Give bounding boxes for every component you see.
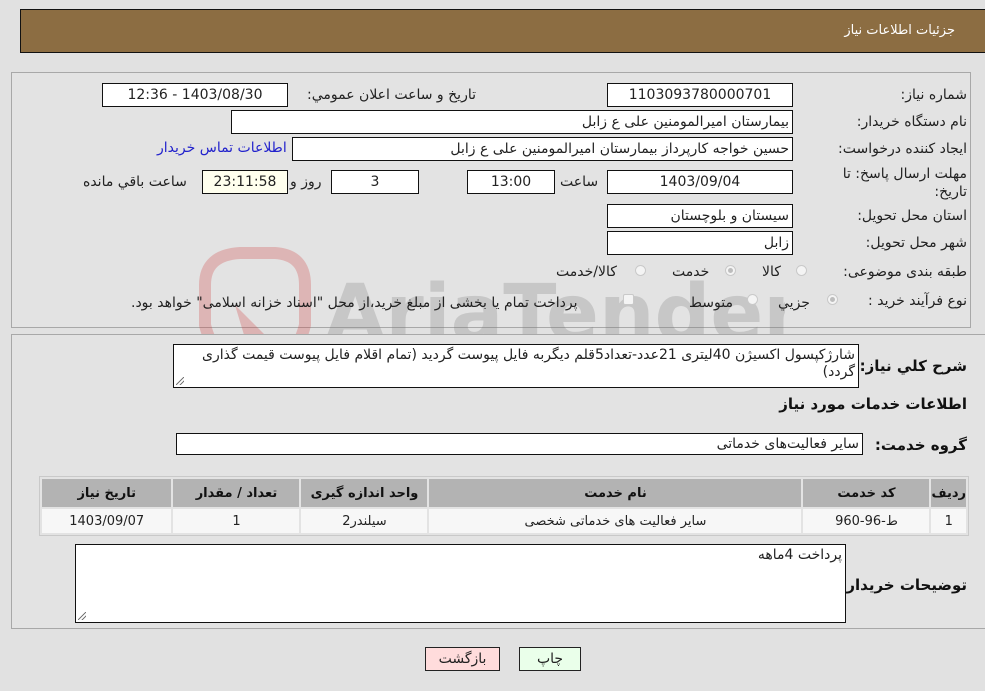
services-heading: اطلاعات خدمات مورد نیاز bbox=[779, 395, 967, 413]
back-button[interactable]: بازگشت bbox=[425, 647, 500, 671]
category-label: طبقه بندی موضوعی: bbox=[843, 264, 967, 280]
announce-label: تاریخ و ساعت اعلان عمومي: bbox=[307, 87, 476, 103]
category-goods-radio[interactable] bbox=[796, 265, 807, 276]
need-number-field[interactable]: 1103093780000701 bbox=[607, 83, 793, 107]
buyer-org-label: نام دستگاه خریدار: bbox=[856, 114, 967, 130]
deadline-date-field[interactable]: 1403/09/04 bbox=[607, 170, 793, 194]
category-goods-service-label: کالا/خدمت bbox=[556, 264, 617, 280]
description-label: شرح کلي نیاز: bbox=[859, 357, 967, 375]
days-remaining-field[interactable]: 3 bbox=[331, 170, 419, 194]
description-text: شارژکپسول اکسیژن 40لیتری 21عدد-تعداد5قلم… bbox=[202, 347, 855, 380]
creator-field[interactable]: حسین خواجه کارپرداز بیمارستان امیرالمومن… bbox=[292, 137, 793, 161]
category-service-label: خدمت bbox=[672, 264, 710, 280]
deadline-label: مهلت ارسال پاسخ: تا تاریخ: bbox=[842, 166, 967, 200]
cell-service-name: سایر فعالیت های خدماتی شخصی bbox=[429, 509, 802, 533]
city-field[interactable]: زابل bbox=[607, 231, 793, 255]
description-textarea[interactable]: شارژکپسول اکسیژن 40لیتری 21عدد-تعداد5قلم… bbox=[173, 344, 859, 388]
col-qty-header: تعداد / مقدار bbox=[173, 479, 300, 507]
process-small-radio[interactable] bbox=[827, 294, 838, 305]
buyer-notes-label: توضیحات خریدار: bbox=[840, 576, 967, 594]
services-table: ردیف کد خدمت نام خدمت واحد اندازه گیری ت… bbox=[39, 476, 969, 536]
page-title: جزئیات اطلاعات نیاز bbox=[844, 23, 955, 38]
col-row-header: ردیف bbox=[931, 479, 966, 507]
process-type-label: نوع فرآیند خرید : bbox=[868, 293, 967, 309]
col-unit-header: واحد اندازه گیری bbox=[301, 479, 428, 507]
city-label: شهر محل تحویل: bbox=[865, 235, 967, 251]
creator-label: ایجاد کننده درخواست: bbox=[838, 141, 967, 157]
process-small-label: جزيي bbox=[778, 295, 810, 311]
page-header: جزئیات اطلاعات نیاز bbox=[20, 9, 985, 53]
cell-service-code: ط-96-960 bbox=[803, 509, 930, 533]
days-label: روز و bbox=[290, 174, 322, 190]
cell-quantity: 1 bbox=[173, 509, 300, 533]
process-medium-radio[interactable] bbox=[747, 294, 758, 305]
treasury-note: پرداخت تمام یا بخشی از مبلغ خرید،از محل … bbox=[131, 295, 578, 311]
deadline-time-label: ساعت bbox=[560, 174, 599, 190]
cell-unit: سیلندر2 bbox=[301, 509, 428, 533]
col-code-header: کد خدمت bbox=[803, 479, 930, 507]
category-goods-service-radio[interactable] bbox=[635, 265, 646, 276]
province-field[interactable]: سیستان و بلوچستان bbox=[607, 204, 793, 228]
buyer-contact-link[interactable]: اطلاعات تماس خریدار bbox=[157, 140, 287, 156]
category-service-radio[interactable] bbox=[725, 265, 736, 276]
category-goods-label: کالا bbox=[762, 264, 781, 280]
treasury-checkbox[interactable] bbox=[623, 294, 634, 305]
table-row: 1 ط-96-960 سایر فعالیت های خدماتی شخصی س… bbox=[42, 509, 966, 533]
deadline-time-field[interactable]: 13:00 bbox=[467, 170, 555, 194]
col-date-header: تاریخ نیاز bbox=[42, 479, 172, 507]
buyer-notes-textarea[interactable]: پرداخت 4ماهه bbox=[75, 544, 846, 623]
cell-need-date: 1403/09/07 bbox=[42, 509, 172, 533]
buyer-org-field[interactable]: بیمارستان امیرالمومنین علی ع زابل bbox=[231, 110, 793, 134]
buyer-notes-text: پرداخت 4ماهه bbox=[757, 547, 842, 563]
process-medium-label: متوسط bbox=[689, 295, 733, 311]
table-header-row: ردیف کد خدمت نام خدمت واحد اندازه گیری ت… bbox=[42, 479, 966, 507]
time-remaining-label: ساعت باقي مانده bbox=[83, 174, 187, 190]
col-name-header: نام خدمت bbox=[429, 479, 802, 507]
time-remaining-field: 23:11:58 bbox=[202, 170, 288, 194]
province-label: استان محل تحویل: bbox=[857, 208, 967, 224]
resize-grip-icon[interactable] bbox=[78, 612, 86, 620]
service-group-label: گروه خدمت: bbox=[874, 436, 967, 454]
need-number-label: شماره نیاز: bbox=[900, 87, 968, 103]
service-group-field[interactable]: سایر فعالیت‌های خدماتی bbox=[176, 433, 863, 455]
resize-grip-icon[interactable] bbox=[176, 377, 184, 385]
print-button[interactable]: چاپ bbox=[519, 647, 581, 671]
announce-datetime-field[interactable]: 1403/08/30 - 12:36 bbox=[102, 83, 288, 107]
cell-row-number: 1 bbox=[931, 509, 966, 533]
